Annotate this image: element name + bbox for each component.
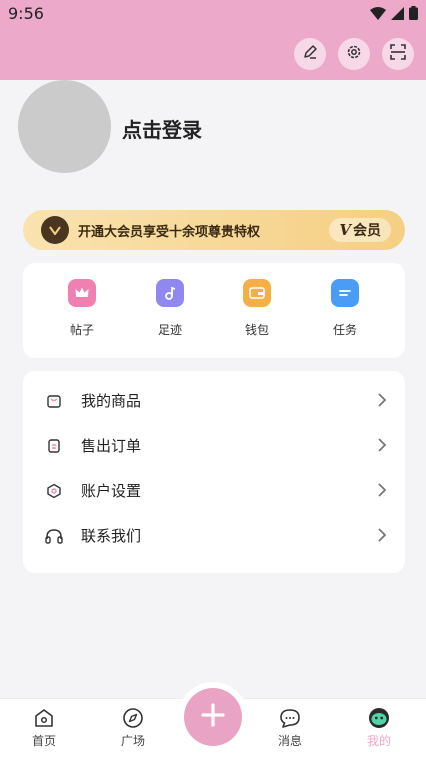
shortcut-label: 足迹 bbox=[157, 323, 182, 337]
shortcut-card: 帖子 足迹 钱包 任务 bbox=[23, 263, 405, 358]
vip-promo-text: 开通大会员享受十余项尊贵特权 bbox=[78, 224, 261, 240]
scan-icon bbox=[389, 43, 407, 65]
wallet-icon bbox=[243, 279, 271, 307]
wifi-icon bbox=[370, 5, 386, 24]
menu-item-sold-orders[interactable]: 售出订单 bbox=[23, 423, 405, 468]
shortcut-footprints[interactable]: 足迹 bbox=[140, 279, 200, 338]
chevron-right-icon bbox=[377, 392, 387, 412]
home-icon bbox=[14, 707, 74, 729]
menu-item-my-products[interactable]: 我的商品 bbox=[23, 378, 405, 423]
pen-icon bbox=[301, 43, 319, 65]
menu-item-label: 账户设置 bbox=[81, 482, 142, 500]
chevron-right-icon bbox=[377, 437, 387, 457]
bag-icon bbox=[45, 392, 63, 410]
chevron-right-icon bbox=[377, 482, 387, 502]
music-note-icon bbox=[156, 279, 184, 307]
vip-member-button[interactable]: V 会员 bbox=[329, 218, 391, 242]
status-time: 9:56 bbox=[8, 4, 44, 23]
header-bar: 9:56 bbox=[0, 0, 426, 80]
chevron-right-icon bbox=[377, 527, 387, 547]
scan-button[interactable] bbox=[382, 38, 414, 70]
edit-button[interactable] bbox=[294, 38, 326, 70]
order-icon bbox=[45, 437, 63, 455]
settings-button[interactable] bbox=[338, 38, 370, 70]
crown-icon bbox=[68, 279, 96, 307]
plus-icon bbox=[199, 701, 227, 733]
login-link[interactable]: 点击登录 bbox=[122, 114, 202, 143]
shortcut-posts[interactable]: 帖子 bbox=[52, 279, 112, 338]
status-icons bbox=[370, 5, 418, 24]
headphones-icon bbox=[45, 527, 63, 545]
nav-square[interactable]: 广场 bbox=[103, 707, 163, 749]
face-icon bbox=[349, 707, 409, 729]
vip-banner[interactable]: 开通大会员享受十余项尊贵特权 V 会员 bbox=[23, 210, 405, 250]
add-post-button[interactable] bbox=[184, 688, 242, 746]
menu-card: 我的商品 售出订单 账户设置 联系我们 bbox=[23, 371, 405, 573]
nav-messages[interactable]: 消息 bbox=[260, 707, 320, 749]
nav-label: 广场 bbox=[120, 734, 145, 748]
gear-icon bbox=[345, 43, 363, 65]
avatar[interactable] bbox=[18, 80, 111, 173]
chat-icon bbox=[260, 707, 320, 729]
nav-label: 消息 bbox=[277, 734, 302, 748]
battery-icon bbox=[409, 5, 418, 24]
nav-mine[interactable]: 我的 bbox=[349, 707, 409, 749]
hexagon-settings-icon bbox=[45, 482, 63, 500]
vip-member-label: 会员 bbox=[353, 223, 381, 239]
menu-item-label: 我的商品 bbox=[81, 392, 142, 410]
nav-label: 首页 bbox=[31, 734, 56, 748]
signal-icon bbox=[391, 5, 404, 24]
shortcut-label: 任务 bbox=[332, 323, 357, 337]
menu-item-account-settings[interactable]: 账户设置 bbox=[23, 468, 405, 513]
menu-item-contact-us[interactable]: 联系我们 bbox=[23, 513, 405, 558]
vip-diamond-icon bbox=[41, 216, 69, 244]
menu-item-label: 售出订单 bbox=[81, 437, 142, 455]
vip-letter: V bbox=[339, 221, 351, 239]
menu-item-label: 联系我们 bbox=[81, 527, 142, 545]
task-list-icon bbox=[331, 279, 359, 307]
shortcut-label: 帖子 bbox=[69, 323, 94, 337]
top-actions bbox=[294, 38, 414, 70]
shortcut-tasks[interactable]: 任务 bbox=[315, 279, 375, 338]
nav-home[interactable]: 首页 bbox=[14, 707, 74, 749]
nav-label: 我的 bbox=[366, 734, 391, 748]
shortcut-wallet[interactable]: 钱包 bbox=[227, 279, 287, 338]
compass-icon bbox=[103, 707, 163, 729]
shortcut-label: 钱包 bbox=[244, 323, 269, 337]
